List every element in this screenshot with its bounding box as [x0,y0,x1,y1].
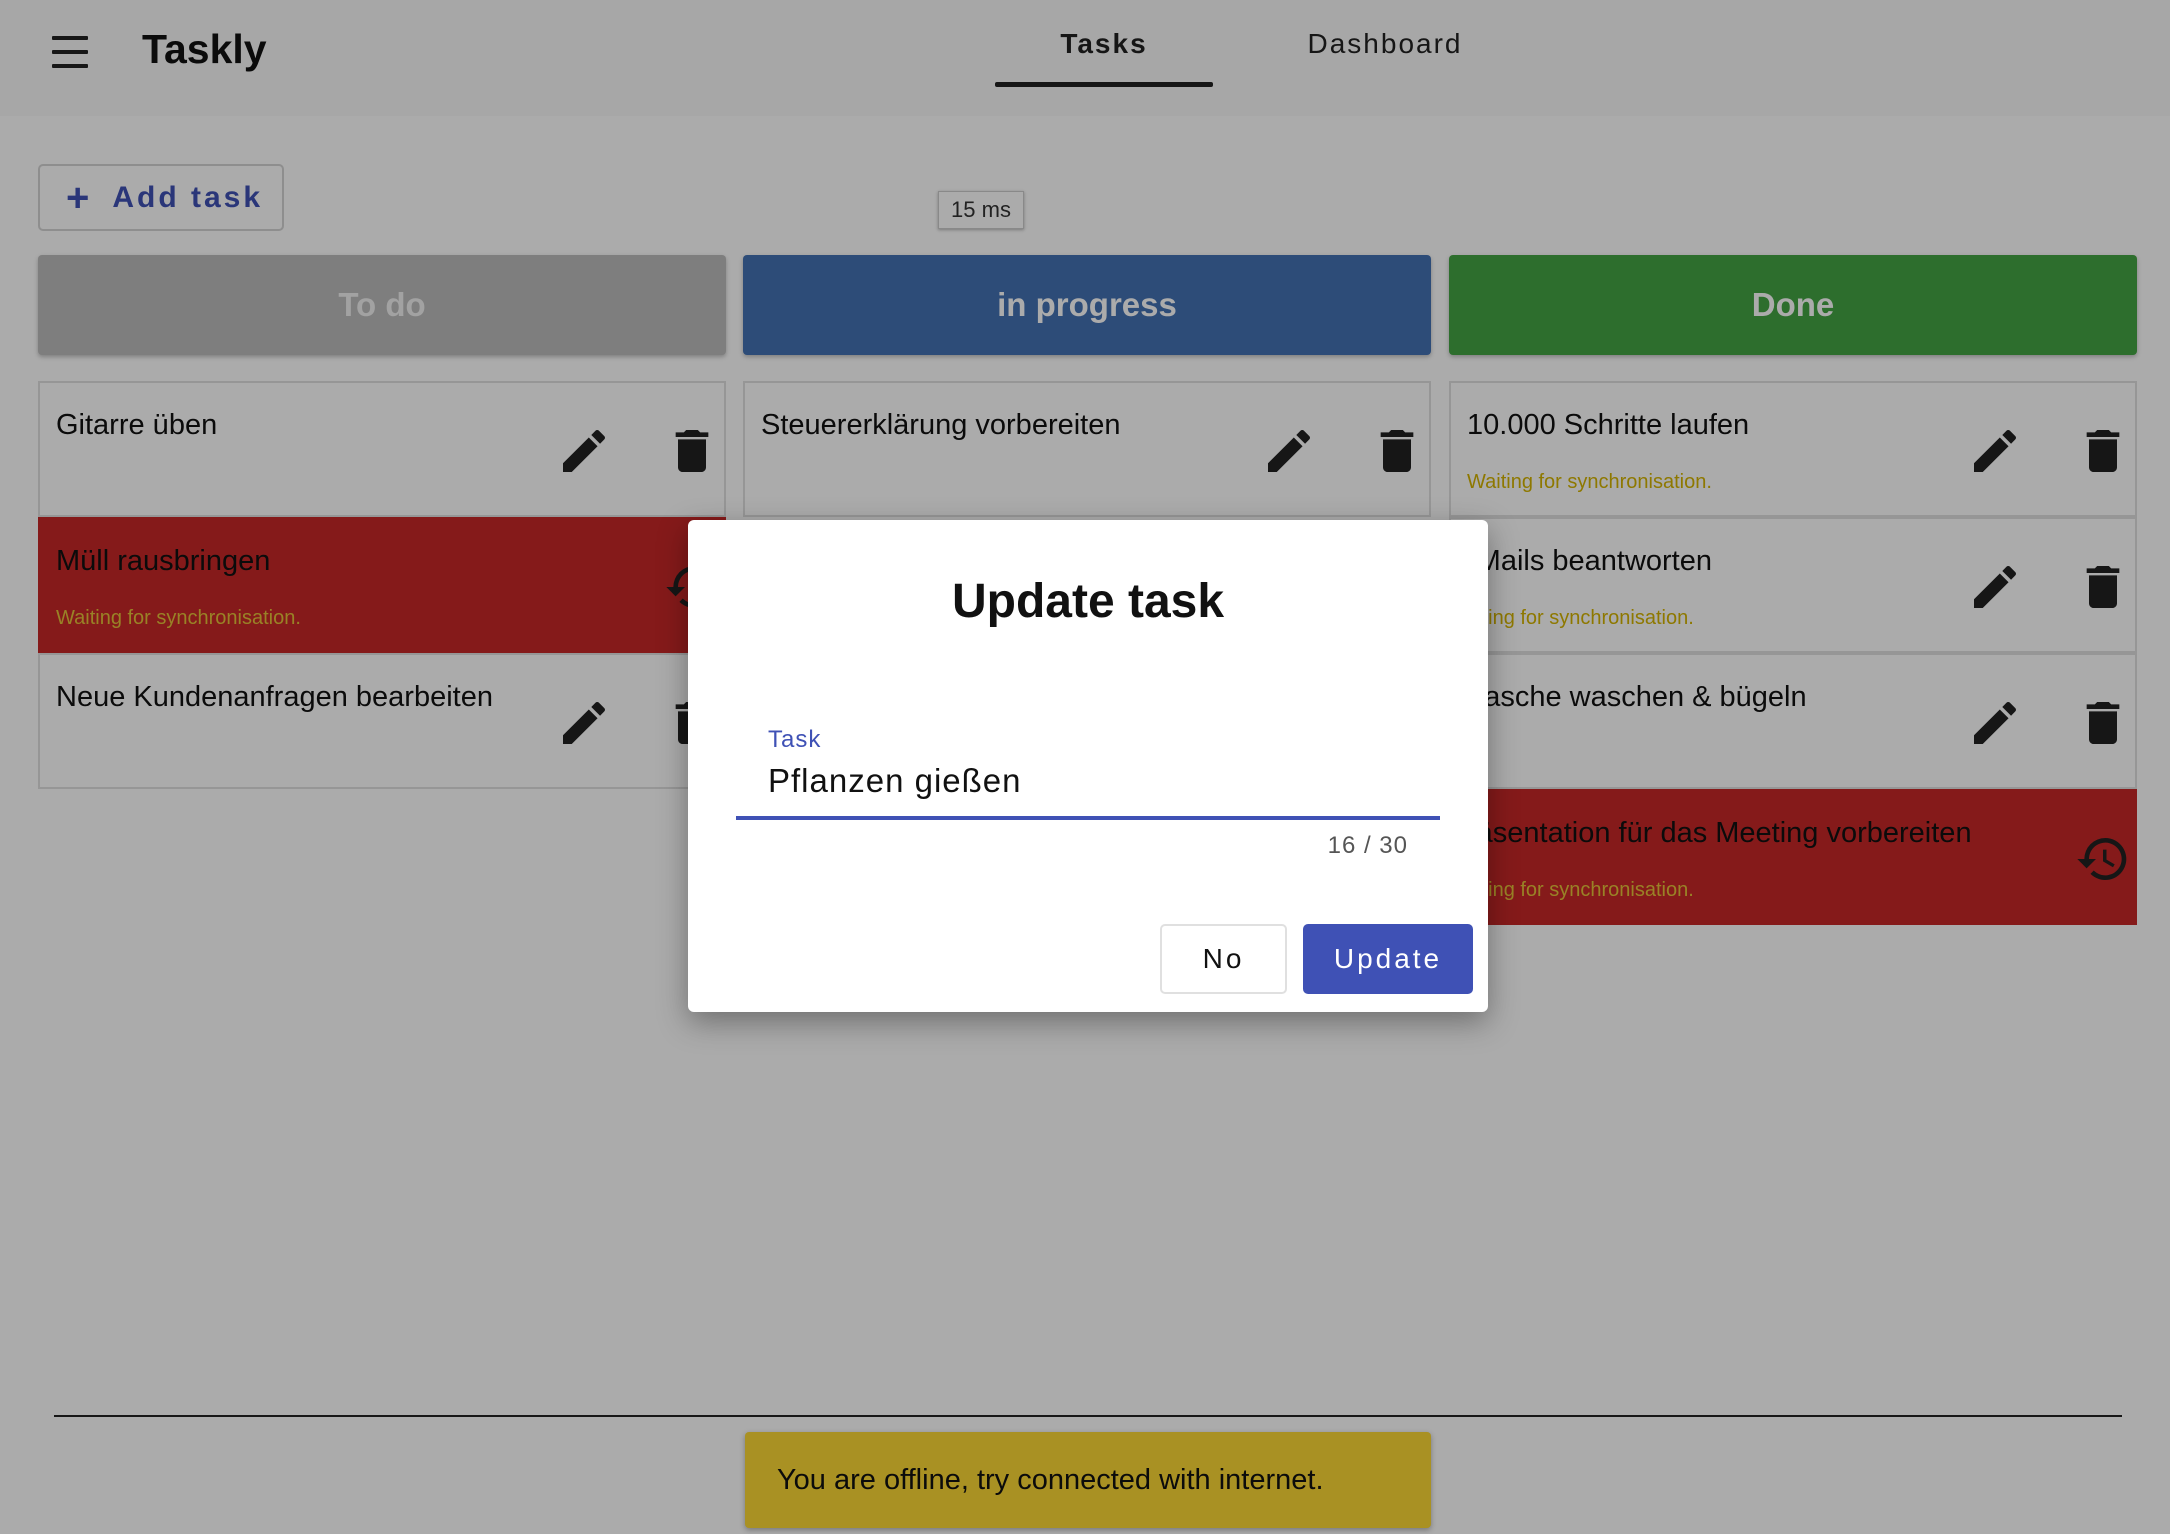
dialog-title: Update task [951,575,1225,628]
update-task-dialog: Update task Task 16 / 30 No Update [688,520,1488,1012]
task-input[interactable] [768,756,1408,806]
no-button[interactable]: No [1160,924,1287,994]
update-button[interactable]: Update [1303,924,1473,994]
task-input-underline [736,816,1440,820]
character-counter: 16 / 30 [1327,832,1408,859]
task-field-label: Task [768,726,822,753]
